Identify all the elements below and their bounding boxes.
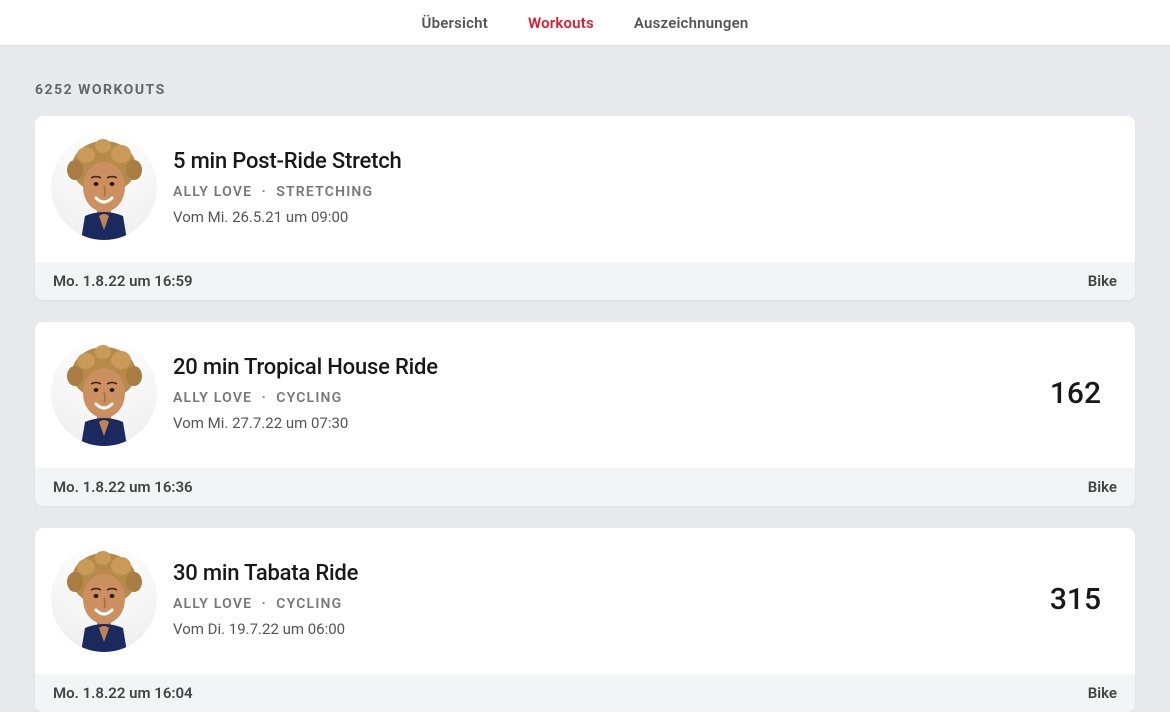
meta-separator: · — [262, 596, 267, 612]
top-nav: Übersicht Workouts Auszeichnungen — [0, 0, 1170, 46]
tab-overview[interactable]: Übersicht — [422, 14, 488, 32]
workout-card[interactable]: 30 min Tabata Ride ALLY LOVE · CYCLING V… — [35, 528, 1135, 712]
instructor-avatar — [51, 134, 157, 240]
workout-metric: 315 — [1050, 582, 1107, 617]
workout-device: Bike — [1088, 684, 1117, 702]
workout-card-body: 20 min Tropical House Ride ALLY LOVE · C… — [35, 322, 1135, 468]
workout-date: Mo. 1.8.22 um 16:36 — [53, 478, 193, 496]
workout-device: Bike — [1088, 478, 1117, 496]
workout-instructor: ALLY LOVE — [173, 184, 252, 200]
instructor-avatar — [51, 340, 157, 446]
workout-card-footer: Mo. 1.8.22 um 16:36 Bike — [35, 468, 1135, 506]
workout-subtext: Vom Di. 19.7.22 um 06:00 — [173, 620, 1050, 638]
workout-title: 20 min Tropical House Ride — [173, 355, 1050, 380]
workout-card[interactable]: 20 min Tropical House Ride ALLY LOVE · C… — [35, 322, 1135, 506]
workout-title: 5 min Post-Ride Stretch — [173, 149, 1107, 174]
workout-title: 30 min Tabata Ride — [173, 561, 1050, 586]
workout-instructor: ALLY LOVE — [173, 390, 252, 406]
workout-subtext: Vom Mi. 27.7.22 um 07:30 — [173, 414, 1050, 432]
workouts-count-header: 6252 WORKOUTS — [35, 46, 1135, 116]
meta-separator: · — [262, 184, 267, 200]
workout-card-footer: Mo. 1.8.22 um 16:59 Bike — [35, 262, 1135, 300]
workout-info: 30 min Tabata Ride ALLY LOVE · CYCLING V… — [173, 561, 1050, 638]
workout-meta: ALLY LOVE · STRETCHING — [173, 184, 1107, 200]
meta-separator: · — [262, 390, 267, 406]
workout-instructor: ALLY LOVE — [173, 596, 252, 612]
workout-info: 20 min Tropical House Ride ALLY LOVE · C… — [173, 355, 1050, 432]
tab-workouts[interactable]: Workouts — [528, 14, 594, 32]
workout-date: Mo. 1.8.22 um 16:04 — [53, 684, 193, 702]
workout-device: Bike — [1088, 272, 1117, 290]
instructor-avatar — [51, 546, 157, 652]
workout-category: CYCLING — [276, 596, 342, 612]
workout-card-footer: Mo. 1.8.22 um 16:04 Bike — [35, 674, 1135, 712]
tab-awards[interactable]: Auszeichnungen — [634, 14, 749, 32]
workout-info: 5 min Post-Ride Stretch ALLY LOVE · STRE… — [173, 149, 1107, 226]
workout-metric: 162 — [1050, 376, 1107, 411]
workout-subtext: Vom Mi. 26.5.21 um 09:00 — [173, 208, 1107, 226]
workout-category: CYCLING — [276, 390, 342, 406]
content-area: 6252 WORKOUTS — [0, 46, 1170, 712]
workout-meta: ALLY LOVE · CYCLING — [173, 390, 1050, 406]
workout-category: STRETCHING — [276, 184, 373, 200]
workout-card[interactable]: 5 min Post-Ride Stretch ALLY LOVE · STRE… — [35, 116, 1135, 300]
workout-date: Mo. 1.8.22 um 16:59 — [53, 272, 193, 290]
workout-card-body: 5 min Post-Ride Stretch ALLY LOVE · STRE… — [35, 116, 1135, 262]
workout-card-body: 30 min Tabata Ride ALLY LOVE · CYCLING V… — [35, 528, 1135, 674]
workout-meta: ALLY LOVE · CYCLING — [173, 596, 1050, 612]
